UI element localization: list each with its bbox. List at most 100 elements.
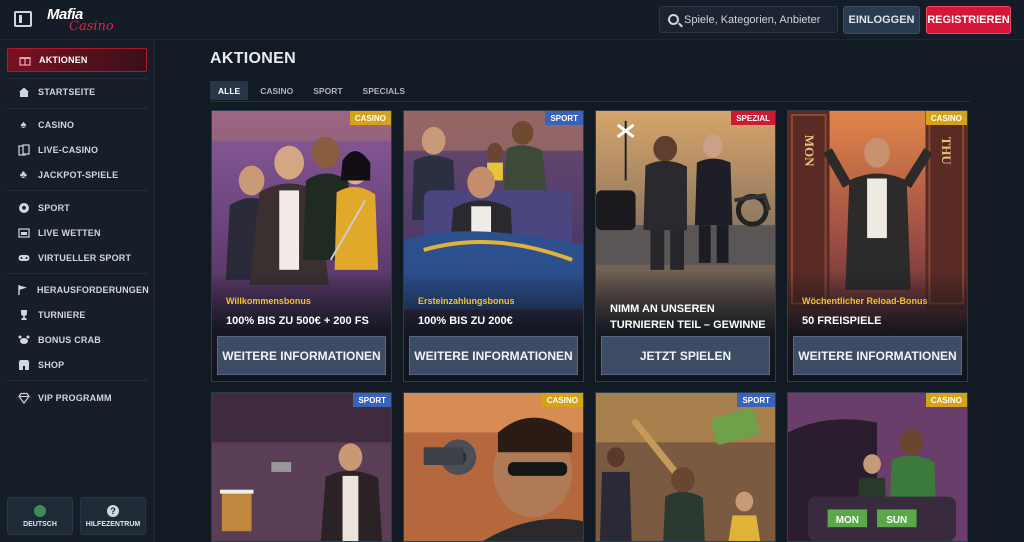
language-label: DEUTSCH <box>23 520 57 528</box>
logo-sub-text: Casino <box>69 19 114 34</box>
promo-art-mafia-bar <box>212 393 391 541</box>
sidebar-item-label: LIVE WETTEN <box>38 228 101 238</box>
trophy-icon <box>17 309 30 322</box>
car-plate-right: SUN <box>886 515 907 526</box>
door-letter-left: MON <box>802 135 816 167</box>
sidebar-item-jackpot-spiele[interactable]: ♣ JACKPOT-SPIELE <box>7 163 147 187</box>
category-badge: CASINO <box>925 393 967 407</box>
promo-headline: 100% BIS ZU 200€ <box>418 315 513 327</box>
gamepad-icon <box>17 252 30 265</box>
soccer-ball-icon <box>17 202 30 215</box>
tabs-divider <box>210 101 970 102</box>
sidebar-item-label: HERAUSFORDERUNGEN <box>37 285 149 295</box>
spade-icon: ♠ <box>20 119 27 131</box>
category-badge: SPORT <box>737 393 775 407</box>
sidebar-item-live-casino[interactable]: LIVE-CASINO <box>7 138 147 162</box>
divider <box>7 108 147 109</box>
diamond-icon <box>17 392 30 405</box>
sidebar-item-live-wetten[interactable]: LIVE WETTEN <box>7 221 147 245</box>
promo-card-weekly-reload[interactable]: MON THU CASINO Wöchentlicher Reload-Bonu… <box>787 110 968 382</box>
sidebar-item-label: VIRTUELLER SPORT <box>38 253 132 263</box>
divider <box>7 380 147 381</box>
sidebar-item-herausforderungen[interactable]: HERAUSFORDERUNGEN <box>7 278 149 302</box>
category-badge: CASINO <box>541 393 583 407</box>
sidebar-item-aktionen[interactable]: AKTIONEN <box>7 48 147 72</box>
help-icon: ? <box>107 504 119 517</box>
more-info-button[interactable]: WEITERE INFORMATIONEN <box>409 336 578 375</box>
shop-icon <box>17 359 30 372</box>
sidebar-item-label: AKTIONEN <box>39 55 88 65</box>
clover-icon: ♣ <box>19 169 28 181</box>
register-button[interactable]: REGISTRIEREN <box>926 6 1011 34</box>
category-badge: CASINO <box>349 111 391 125</box>
tab-sport[interactable]: SPORT <box>305 81 350 100</box>
divider <box>7 190 147 191</box>
promo-art-mafia-money <box>596 393 775 541</box>
promo-card-first-deposit[interactable]: SPORT Ersteinzahlungsbonus 100% BIS ZU 2… <box>403 110 584 382</box>
sidebar-item-label: TURNIERE <box>38 310 86 320</box>
category-badge: SPEZIAL <box>731 111 775 125</box>
sidebar-item-label: SPORT <box>38 203 71 213</box>
home-icon <box>17 86 30 99</box>
promo-card-sport-money[interactable]: SPORT <box>595 392 776 542</box>
sidebar-item-vip-programm[interactable]: VIP PROGRAMM <box>7 386 147 410</box>
door-letter-right: THU <box>939 137 953 165</box>
search-box[interactable] <box>659 6 838 33</box>
help-label: HILFEZENTRUM <box>85 520 141 528</box>
sidebar-toggle-icon[interactable] <box>14 11 32 27</box>
sidebar-item-label: LIVE-CASINO <box>38 145 99 155</box>
tab-alle[interactable]: ALLE <box>210 81 249 100</box>
category-badge: SPORT <box>545 111 583 125</box>
sidebar-item-turniere[interactable]: TURNIERE <box>7 303 147 327</box>
page-title: AKTIONEN <box>210 50 296 67</box>
globe-icon <box>34 504 46 517</box>
sidebar: AKTIONEN STARTSEITE ♠ CASINO LIVE-CASINO… <box>0 40 155 542</box>
top-bar: Mafia Casino EINLOGGEN REGISTRIEREN <box>0 0 1024 40</box>
promo-card-tournaments[interactable]: SPEZIAL NIMM AN UNSEREN TURNIEREN TEIL –… <box>595 110 776 382</box>
promo-subtitle: Willkommensbonus <box>226 296 311 306</box>
promo-headline: 100% BIS ZU 500€ + 200 FS <box>226 315 369 327</box>
tab-casino[interactable]: CASINO <box>252 81 301 100</box>
sidebar-item-bonus-crab[interactable]: BONUS CRAB <box>7 328 147 352</box>
sidebar-item-label: VIP PROGRAMM <box>38 393 112 403</box>
sidebar-item-shop[interactable]: SHOP <box>7 353 147 377</box>
promo-card-welcome[interactable]: CASINO Willkommensbonus 100% BIS ZU 500€… <box>211 110 392 382</box>
promo-headline: 50 FREISPIELE <box>802 315 882 327</box>
search-icon <box>668 14 679 25</box>
category-badge: CASINO <box>925 111 967 125</box>
cards-icon <box>17 144 30 157</box>
mafia-casino-logo[interactable]: Mafia Casino <box>47 5 117 35</box>
gift-icon <box>18 54 31 67</box>
promo-subtitle: Ersteinzahlungsbonus <box>418 296 515 306</box>
sidebar-item-label: SHOP <box>38 360 65 370</box>
sidebar-item-label: BONUS CRAB <box>38 335 102 345</box>
promo-subtitle: Wöchentlicher Reload-Bonus <box>802 296 928 306</box>
car-plate-left: MON <box>836 515 859 526</box>
promotion-tabs: ALLE CASINO SPORT SPECIALS <box>210 81 413 101</box>
sidebar-item-label: CASINO <box>38 120 75 130</box>
promo-art-mafia-revolver <box>404 393 583 541</box>
sidebar-item-virtueller-sport[interactable]: VIRTUELLER SPORT <box>7 246 147 270</box>
more-info-button[interactable]: WEITERE INFORMATIONEN <box>793 336 962 375</box>
flag-icon <box>17 284 29 297</box>
promo-card-sport-bar[interactable]: SPORT <box>211 392 392 542</box>
promo-card-casino-gun[interactable]: CASINO <box>403 392 584 542</box>
divider <box>7 273 147 274</box>
promo-card-casino-car[interactable]: MON SUN CASINO <box>787 392 968 542</box>
language-button[interactable]: DEUTSCH <box>7 497 73 535</box>
live-icon <box>17 227 30 240</box>
sidebar-item-label: STARTSEITE <box>38 87 96 97</box>
promo-art-mafia-car: MON SUN <box>788 393 967 541</box>
help-center-button[interactable]: ? HILFEZENTRUM <box>80 497 146 535</box>
sidebar-item-sport[interactable]: SPORT <box>7 196 147 220</box>
more-info-button[interactable]: WEITERE INFORMATIONEN <box>217 336 386 375</box>
login-button[interactable]: EINLOGGEN <box>843 6 920 34</box>
sidebar-item-startseite[interactable]: STARTSEITE <box>7 80 147 104</box>
play-now-button[interactable]: JETZT SPIELEN <box>601 336 770 375</box>
sidebar-item-casino[interactable]: ♠ CASINO <box>7 113 147 137</box>
category-badge: SPORT <box>353 393 391 407</box>
crab-icon <box>17 334 30 347</box>
sidebar-item-label: JACKPOT-SPIELE <box>38 170 119 180</box>
search-input[interactable] <box>684 7 834 32</box>
tab-specials[interactable]: SPECIALS <box>355 81 414 100</box>
